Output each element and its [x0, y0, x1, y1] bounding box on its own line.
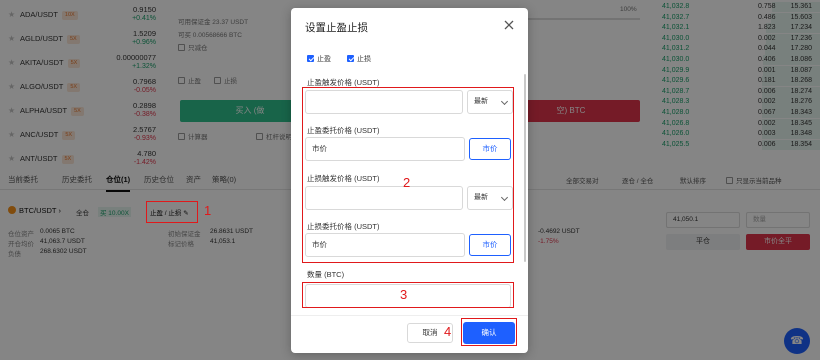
- sl-order-price-input[interactable]: 市价: [305, 233, 465, 257]
- sl-trigger-label: 止损触发价格 (USDT): [307, 174, 380, 183]
- annotation-number-3: 3: [400, 287, 408, 302]
- sl-trigger-price-input[interactable]: [305, 186, 463, 210]
- tp-order-label: 止盈委托价格 (USDT): [307, 126, 380, 135]
- take-profit-check-label: 止盈: [317, 56, 331, 63]
- sl-market-price-button[interactable]: 市价: [469, 234, 511, 256]
- modal-title: 设置止盈止损: [305, 22, 368, 34]
- tp-market-price-button[interactable]: 市价: [469, 138, 511, 160]
- tp-trigger-select-value: 最新: [474, 98, 488, 105]
- sl-trigger-select-value: 最新: [474, 194, 488, 201]
- chevron-down-icon: [500, 97, 509, 106]
- quantity-input[interactable]: [305, 284, 511, 308]
- sl-order-label: 止损委托价格 (USDT): [307, 222, 380, 231]
- confirm-button[interactable]: 确认: [463, 322, 515, 344]
- quantity-label: 数量 (BTC): [307, 270, 345, 279]
- sl-trigger-type-select[interactable]: 最新: [467, 186, 513, 210]
- modal-footer-divider: [291, 315, 528, 316]
- annotation-number-1: 1: [204, 203, 212, 218]
- stop-loss-check-label: 止损: [357, 56, 371, 63]
- tp-trigger-type-select[interactable]: 最新: [467, 90, 513, 114]
- checkbox-checked-icon: [307, 55, 314, 62]
- modal-scrollbar[interactable]: [524, 74, 526, 262]
- tp-trigger-label: 止盈触发价格 (USDT): [307, 78, 380, 87]
- take-profit-checkbox[interactable]: 止盈: [307, 54, 331, 64]
- checkbox-checked-icon: [347, 55, 354, 62]
- annotation-number-2: 2: [403, 175, 411, 190]
- stop-loss-modal-checkbox[interactable]: 止损: [347, 54, 371, 64]
- tp-order-price-input[interactable]: 市价: [305, 137, 465, 161]
- tp-trigger-price-input[interactable]: [305, 90, 463, 114]
- chevron-down-icon: [500, 193, 509, 202]
- close-icon[interactable]: [502, 18, 516, 32]
- annotation-number-4: 4: [444, 324, 452, 339]
